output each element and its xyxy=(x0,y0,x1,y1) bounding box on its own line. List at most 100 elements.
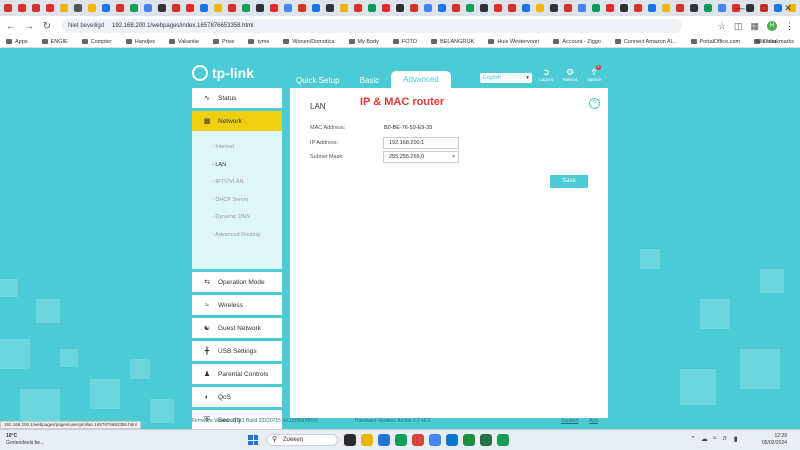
tab-favicon[interactable] xyxy=(382,4,390,12)
reboot-button[interactable]: ⚙ Reboot xyxy=(562,67,578,82)
save-button[interactable]: Save xyxy=(550,175,588,188)
sidebar-item-operation-mode[interactable]: ⇆ Operation Mode xyxy=(192,272,282,292)
menu-icon[interactable]: ⋮ xyxy=(785,21,794,32)
taskbar-app-icon[interactable] xyxy=(344,434,356,446)
tab-favicon[interactable] xyxy=(130,4,138,12)
tab-favicon[interactable] xyxy=(438,4,446,12)
submenu-item-internet[interactable]: - Internet xyxy=(192,139,282,157)
tab-favicon[interactable] xyxy=(242,4,250,12)
tab-favicon[interactable] xyxy=(704,4,712,12)
tab-favicon[interactable] xyxy=(424,4,432,12)
tab-favicon[interactable] xyxy=(396,4,404,12)
update-button[interactable]: 1 ⇮ Update xyxy=(586,65,602,82)
help-icon[interactable]: ? xyxy=(589,98,600,109)
bookmark-star-icon[interactable]: ☆ xyxy=(718,21,726,32)
tab-favicon[interactable] xyxy=(578,4,586,12)
bookmark-item[interactable]: Handjes xyxy=(125,39,155,45)
tab-favicon[interactable] xyxy=(676,4,684,12)
tab-favicon[interactable] xyxy=(18,4,26,12)
tab-favicon[interactable] xyxy=(60,4,68,12)
tab-favicon[interactable] xyxy=(228,4,236,12)
tab-favicon[interactable] xyxy=(256,4,264,12)
subnet-mask-select[interactable]: 255.255.255.0 ▾ xyxy=(383,151,459,163)
app-link[interactable]: App xyxy=(589,418,598,424)
not-secure-label[interactable]: Niet beveiligd xyxy=(68,23,104,29)
speaker-icon[interactable]: ♬ xyxy=(722,435,729,443)
tab-favicon[interactable] xyxy=(214,4,222,12)
sidebar-item-qos[interactable]: ◐ QoS xyxy=(192,387,282,407)
sidebar-item-wireless[interactable]: ≈ Wireless xyxy=(192,295,282,315)
sidebar-item-usb-settings[interactable]: ╋ USB Settings xyxy=(192,341,282,361)
bookmark-item[interactable]: ENGIE xyxy=(41,39,68,45)
submenu-item-dynamic-dns[interactable]: - Dynamic DNS xyxy=(192,209,282,227)
tab-favicon[interactable] xyxy=(312,4,320,12)
tab-favicon[interactable] xyxy=(494,4,502,12)
tab-advanced[interactable]: Advanced xyxy=(391,71,451,89)
bookmark-item[interactable]: Wonen/Domotica xyxy=(283,39,335,45)
tab-favicon[interactable] xyxy=(718,4,726,12)
ip-address-input[interactable]: 192.168.200.1 xyxy=(383,137,459,149)
tab-favicon[interactable] xyxy=(662,4,670,12)
tab-favicon[interactable] xyxy=(690,4,698,12)
tab-favicon[interactable] xyxy=(564,4,572,12)
sidebar-item-guest-network[interactable]: ☯ Guest Network xyxy=(192,318,282,338)
submenu-item-dhcp-server[interactable]: - DHCP Server xyxy=(192,192,282,210)
tab-favicon[interactable] xyxy=(116,4,124,12)
reload-icon[interactable]: ↻ xyxy=(40,21,54,32)
taskbar-app-icon[interactable] xyxy=(480,434,492,446)
submenu-item-iptv-vlan[interactable]: - IPTV/VLAN xyxy=(192,174,282,192)
tab-favicon[interactable] xyxy=(508,4,516,12)
taskbar-app-icon[interactable] xyxy=(497,434,509,446)
submenu-item-advanced-routing[interactable]: - Advanced Routing xyxy=(192,227,282,245)
tab-favicon[interactable] xyxy=(620,4,628,12)
tab-favicon[interactable] xyxy=(4,4,12,12)
tab-favicon[interactable] xyxy=(326,4,334,12)
chevron-up-icon[interactable]: ⌃ xyxy=(690,435,696,443)
taskbar-app-icon[interactable] xyxy=(463,434,475,446)
bookmark-item[interactable]: Connect Amazon Al... xyxy=(614,39,677,45)
close-icon[interactable]: ✕ xyxy=(776,0,800,16)
extensions-icon[interactable]: ◫ xyxy=(734,21,743,32)
forward-icon[interactable]: → xyxy=(22,21,36,32)
sidebar-item-status[interactable]: ∿ Status xyxy=(192,88,282,108)
tab-favicon[interactable] xyxy=(550,4,558,12)
bookmark-item[interactable]: PortalOffice.com xyxy=(690,39,740,45)
tab-favicon[interactable] xyxy=(410,4,418,12)
tab-quick-setup[interactable]: Quick Setup xyxy=(288,72,348,89)
bookmark-item[interactable]: Compter xyxy=(81,39,112,45)
taskbar-app-icon[interactable] xyxy=(395,434,407,446)
tab-favicon[interactable] xyxy=(592,4,600,12)
bookmark-item[interactable]: BELANGRIJK xyxy=(431,39,474,45)
tab-favicon[interactable] xyxy=(648,4,656,12)
taskbar-app-icon[interactable] xyxy=(412,434,424,446)
back-icon[interactable]: ← xyxy=(4,21,18,32)
language-select[interactable]: English ▾ xyxy=(480,73,532,83)
tab-favicon[interactable] xyxy=(74,4,82,12)
sidebar-icon[interactable]: ▦ xyxy=(750,21,759,32)
tab-favicon[interactable] xyxy=(340,4,348,12)
tab-favicon[interactable] xyxy=(466,4,474,12)
bookmark-item[interactable]: Prive xyxy=(212,39,234,45)
tab-favicon[interactable] xyxy=(298,4,306,12)
taskbar-app-icon[interactable] xyxy=(378,434,390,446)
tab-favicon[interactable] xyxy=(522,4,530,12)
tab-favicon[interactable] xyxy=(46,4,54,12)
tab-favicon[interactable] xyxy=(200,4,208,12)
bookmark-item[interactable]: FOTO xyxy=(392,39,417,45)
tab-favicon[interactable] xyxy=(480,4,488,12)
tab-favicon[interactable] xyxy=(536,4,544,12)
tab-favicon[interactable] xyxy=(144,4,152,12)
bookmark-item[interactable]: tyme xyxy=(248,39,269,45)
tab-favicon[interactable] xyxy=(270,4,278,12)
tab-favicon[interactable] xyxy=(32,4,40,12)
taskbar-app-icon[interactable] xyxy=(361,434,373,446)
tab-favicon[interactable] xyxy=(158,4,166,12)
tab-favicon[interactable] xyxy=(606,4,614,12)
taskbar-search-input[interactable]: ⚲ Zoeken xyxy=(266,434,338,446)
logout-button[interactable]: ➲ Logout xyxy=(538,67,554,82)
maximize-icon[interactable]: □ xyxy=(752,0,776,16)
clock[interactable]: 12:29 05/02/2024 xyxy=(762,433,787,447)
tab-favicon[interactable] xyxy=(284,4,292,12)
tab-favicon[interactable] xyxy=(368,4,376,12)
bookmark-item[interactable]: Huis Westervoort xyxy=(488,39,539,45)
